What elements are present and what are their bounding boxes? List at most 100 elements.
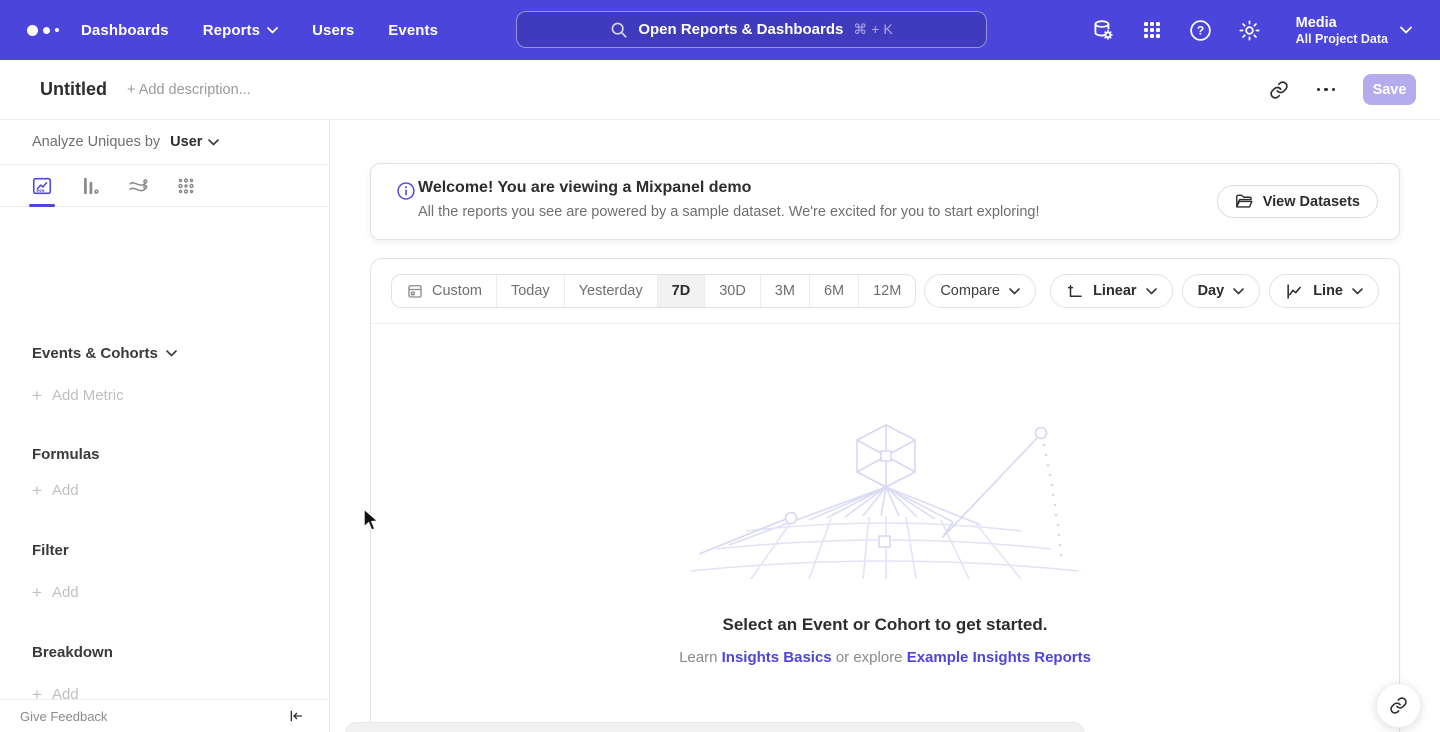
insights-report-card: Custom Today Yesterday 7D 30D 3M 6M 12M … bbox=[370, 258, 1400, 732]
compare-label: Compare bbox=[940, 283, 1000, 299]
add-metric-label: Add Metric bbox=[52, 387, 124, 404]
nav-item-reports[interactable]: Reports bbox=[203, 22, 278, 39]
date-range-custom[interactable]: Custom bbox=[392, 275, 496, 307]
search-icon bbox=[610, 21, 628, 39]
empty-state-illustration bbox=[691, 419, 1081, 579]
line-chart-icon bbox=[31, 175, 53, 197]
settings-gear-icon[interactable] bbox=[1237, 18, 1262, 43]
date-range-label: Custom bbox=[432, 283, 482, 299]
view-datasets-label: View Datasets bbox=[1263, 194, 1360, 210]
save-button[interactable]: Save bbox=[1363, 74, 1416, 105]
next-section-edge bbox=[345, 722, 1085, 732]
apps-grid-icon[interactable] bbox=[1140, 18, 1164, 42]
chevron-down-icon bbox=[1233, 288, 1244, 295]
project-switcher[interactable]: Media All Project Data bbox=[1296, 14, 1412, 47]
share-link-fab[interactable] bbox=[1376, 683, 1421, 728]
banner-subtitle: All the reports you see are powered by a… bbox=[418, 204, 1040, 220]
tab-bar-chart[interactable] bbox=[78, 165, 102, 207]
add-filter-button[interactable]: + Add bbox=[32, 584, 79, 601]
metrics-dots-icon bbox=[175, 175, 197, 197]
plus-icon: + bbox=[32, 585, 42, 600]
chevron-down-icon bbox=[1009, 288, 1020, 295]
date-range-30d[interactable]: 30D bbox=[704, 275, 760, 307]
banner-title: Welcome! You are viewing a Mixpanel demo bbox=[418, 179, 751, 197]
analyze-label: Analyze Uniques by bbox=[32, 134, 160, 150]
plus-icon: + bbox=[32, 483, 42, 498]
date-range-6m[interactable]: 6M bbox=[809, 275, 858, 307]
chevron-down-icon bbox=[208, 139, 219, 146]
search-shortcut: ⌘ + K bbox=[853, 21, 892, 38]
search-placeholder: Open Reports & Dashboards bbox=[638, 21, 843, 38]
date-range-today[interactable]: Today bbox=[496, 275, 564, 307]
nav-item-label: Reports bbox=[203, 22, 260, 39]
help-icon[interactable]: ? bbox=[1188, 18, 1213, 43]
chart-type-tabs bbox=[0, 165, 329, 207]
date-range-label: 6M bbox=[824, 283, 844, 299]
give-feedback-link[interactable]: Give Feedback bbox=[20, 709, 107, 724]
scale-label: Linear bbox=[1093, 283, 1137, 299]
svg-text:?: ? bbox=[1196, 23, 1203, 37]
info-icon bbox=[396, 181, 416, 201]
mixpanel-insights-page: Dashboards Reports Users Events Open Rep… bbox=[0, 0, 1440, 732]
tab-flow-chart[interactable] bbox=[126, 165, 150, 207]
date-range-label: 7D bbox=[672, 283, 691, 299]
date-range-3m[interactable]: 3M bbox=[760, 275, 809, 307]
formulas-label: Formulas bbox=[32, 446, 100, 463]
compare-button[interactable]: Compare bbox=[924, 274, 1036, 308]
link-icon bbox=[1389, 696, 1408, 715]
events-cohorts-heading[interactable]: Events & Cohorts bbox=[32, 345, 177, 362]
report-title[interactable]: Untitled bbox=[40, 79, 107, 100]
analyze-row: Analyze Uniques by User bbox=[0, 120, 329, 165]
global-search-input[interactable]: Open Reports & Dashboards ⌘ + K bbox=[516, 11, 987, 48]
collapse-sidebar-icon[interactable] bbox=[288, 708, 304, 724]
interval-label: Day bbox=[1198, 283, 1225, 299]
date-range-label: Today bbox=[511, 283, 550, 299]
filter-heading: Filter bbox=[32, 542, 69, 559]
filter-label: Filter bbox=[32, 542, 69, 559]
top-nav: Dashboards Reports Users Events Open Rep… bbox=[0, 0, 1440, 60]
scale-dropdown[interactable]: Linear bbox=[1050, 274, 1173, 308]
project-name: Media bbox=[1296, 14, 1388, 32]
plus-icon: + bbox=[32, 388, 42, 403]
example-reports-link[interactable]: Example Insights Reports bbox=[907, 649, 1091, 666]
copy-link-icon[interactable] bbox=[1269, 80, 1289, 100]
date-range-7d[interactable]: 7D bbox=[657, 275, 705, 307]
chevron-down-icon bbox=[1352, 288, 1363, 295]
empty-state-subtitle: Learn Insights Basics or explore Example… bbox=[371, 649, 1399, 666]
more-options-icon[interactable] bbox=[1315, 82, 1338, 98]
nav-item-dashboards[interactable]: Dashboards bbox=[81, 22, 169, 39]
add-metric-button[interactable]: + Add Metric bbox=[32, 387, 124, 404]
mixpanel-logo-icon[interactable] bbox=[27, 25, 67, 36]
tab-metrics[interactable] bbox=[174, 165, 198, 207]
bar-chart-icon bbox=[79, 175, 101, 197]
interval-dropdown[interactable]: Day bbox=[1182, 274, 1261, 308]
project-scope: All Project Data bbox=[1296, 32, 1388, 47]
nav-item-users[interactable]: Users bbox=[312, 22, 354, 39]
folder-icon bbox=[1235, 193, 1254, 210]
analyze-value-dropdown[interactable]: User bbox=[170, 134, 219, 150]
report-header: Untitled + Add description... Save bbox=[0, 60, 1440, 120]
add-formula-label: Add bbox=[52, 482, 79, 499]
insights-basics-link[interactable]: Insights Basics bbox=[722, 649, 832, 666]
view-datasets-button[interactable]: View Datasets bbox=[1217, 185, 1378, 218]
date-range-selector: Custom Today Yesterday 7D 30D 3M 6M 12M bbox=[391, 274, 916, 308]
data-management-icon[interactable] bbox=[1090, 17, 1116, 43]
breakdown-label: Breakdown bbox=[32, 644, 113, 661]
nav-item-events[interactable]: Events bbox=[388, 22, 438, 39]
add-formula-button[interactable]: + Add bbox=[32, 482, 79, 499]
query-builder-sidebar: Analyze Uniques by User bbox=[0, 120, 330, 732]
date-range-12m[interactable]: 12M bbox=[858, 275, 915, 307]
chart-type-dropdown[interactable]: Line bbox=[1269, 274, 1379, 308]
report-description-placeholder[interactable]: + Add description... bbox=[127, 82, 251, 98]
date-range-label: Yesterday bbox=[579, 283, 643, 299]
breakdown-heading: Breakdown bbox=[32, 644, 113, 661]
flow-icon bbox=[127, 175, 149, 197]
analyze-value-label: User bbox=[170, 134, 202, 150]
date-range-yesterday[interactable]: Yesterday bbox=[564, 275, 657, 307]
date-range-label: 30D bbox=[719, 283, 746, 299]
report-main-area: Welcome! You are viewing a Mixpanel demo… bbox=[330, 120, 1440, 732]
chevron-down-icon bbox=[1146, 288, 1157, 295]
line-chart-icon bbox=[1285, 282, 1304, 301]
tab-line-chart[interactable] bbox=[30, 165, 54, 207]
chevron-down-icon bbox=[267, 27, 278, 34]
